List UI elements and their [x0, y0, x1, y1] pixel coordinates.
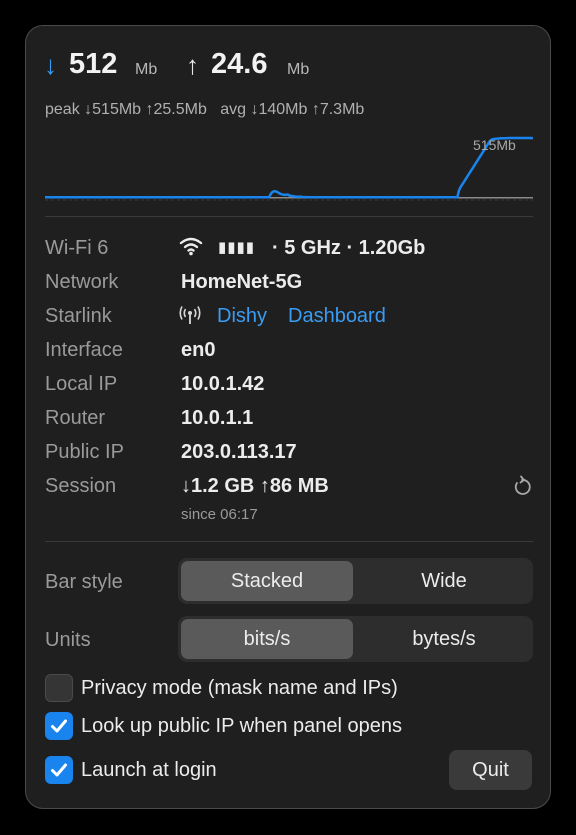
units-bits-option[interactable]: bits/s: [181, 619, 353, 659]
checkmark-icon: [51, 763, 67, 777]
graph-peak-label: 515Mb: [473, 137, 516, 153]
wifi-label: Wi-Fi 6: [45, 237, 109, 259]
starlink-label: Starlink: [45, 305, 112, 327]
units-bytes-option[interactable]: bytes/s: [358, 619, 530, 659]
privacy-mode-checkbox[interactable]: [45, 674, 73, 702]
interface-value: en0: [181, 339, 216, 361]
dishy-link[interactable]: Dishy: [217, 305, 267, 328]
lookup-public-ip-checkbox[interactable]: [45, 712, 73, 740]
download-series-line: [45, 136, 533, 199]
session-label: Session: [45, 475, 117, 497]
interface-label: Interface: [45, 339, 123, 361]
antenna-icon: [177, 306, 203, 331]
quit-button[interactable]: Quit: [449, 750, 532, 790]
upload-speed-unit: Mb: [287, 61, 310, 78]
network-panel: ↓ 512 Mb ↑ 24.6 Mb peak ↓515Mb ↑25.5Mb a…: [25, 25, 551, 809]
wifi-signal-bars: ▮▮▮▮: [218, 239, 256, 256]
divider-top: [45, 216, 533, 217]
download-speed-value: 512: [69, 48, 118, 80]
reset-icon[interactable]: [512, 475, 532, 502]
network-value: HomeNet-5G: [181, 271, 303, 293]
local-ip-value: 10.0.1.42: [181, 373, 265, 395]
peak-avg-stats: peak ↓515Mb ↑25.5Mb avg ↓140Mb ↑7.3Mb: [45, 101, 365, 118]
download-speed-unit: Mb: [135, 61, 158, 78]
router-value: 10.0.1.1: [181, 407, 254, 429]
launch-at-login-label: Launch at login: [81, 759, 217, 781]
download-arrow-icon: ↓: [44, 50, 57, 80]
public-ip-value: 203.0.113.17: [181, 441, 297, 463]
public-ip-label: Public IP: [45, 441, 124, 463]
checkmark-icon: [51, 719, 67, 733]
wifi-value: · 5 GHz · 1.20Gb: [272, 237, 426, 259]
bar-style-segmented: Stacked Wide: [178, 558, 533, 604]
session-since: since 06:17: [181, 506, 258, 523]
launch-at-login-checkbox[interactable]: [45, 756, 73, 784]
router-label: Router: [45, 407, 106, 429]
divider-bottom: [45, 541, 533, 542]
privacy-mode-label: Privacy mode (mask name and IPs): [81, 677, 398, 699]
units-segmented: bits/s bytes/s: [178, 616, 533, 662]
upload-speed-value: 24.6: [211, 48, 268, 80]
throughput-graph: [45, 136, 533, 201]
local-ip-label: Local IP: [45, 373, 118, 395]
wifi-icon: [179, 236, 203, 261]
dashboard-link[interactable]: Dashboard: [288, 305, 386, 328]
network-label: Network: [45, 271, 119, 293]
bar-style-stacked-option[interactable]: Stacked: [181, 561, 353, 601]
lookup-public-ip-label: Look up public IP when panel opens: [81, 715, 402, 737]
bar-style-wide-option[interactable]: Wide: [358, 561, 530, 601]
bar-style-label: Bar style: [45, 571, 123, 593]
session-value: ↓1.2 GB ↑86 MB: [181, 475, 329, 497]
upload-arrow-icon: ↑: [186, 50, 199, 80]
units-label: Units: [45, 629, 91, 651]
